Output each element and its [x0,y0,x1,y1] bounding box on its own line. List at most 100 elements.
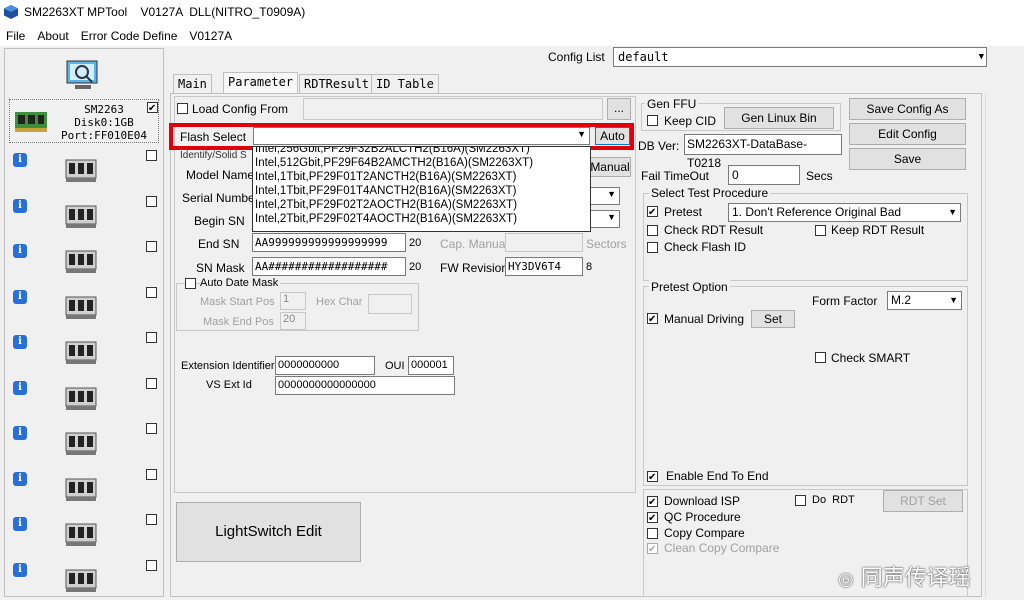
save-button[interactable]: Save [849,148,966,170]
mask-end-pos-field: 20 [280,312,306,330]
end-sn-field[interactable]: AA999999999999999999 [252,233,406,252]
lightswitch-edit-button[interactable]: LightSwitch Edit [176,502,361,562]
info-icon: i [13,335,27,349]
check-flash-id-label: Check Flash ID [664,240,747,254]
keep-cid-checkbox[interactable] [647,115,658,126]
browse-button[interactable]: ... [607,98,631,120]
flash-option-item[interactable]: Intel,256Gbit,PF29F32B2ALCTH2(B16A)(SM22… [253,147,590,156]
manual-driving-checkbox[interactable] [647,313,658,324]
keep-cid-label: Keep CID [664,114,717,128]
device-slot[interactable]: i [9,559,159,600]
info-icon: i [13,244,27,258]
oui-field[interactable]: 000001 [408,356,454,375]
load-config-checkbox[interactable] [177,103,188,114]
chevron-down-icon[interactable]: ▼ [949,292,958,309]
slot-checkbox[interactable] [146,514,157,525]
device-slot[interactable]: i [9,241,159,281]
manual-button[interactable]: Manual [589,157,631,177]
save-config-as-button[interactable]: Save Config As [849,98,966,120]
chip-icon [65,386,99,415]
download-isp-checkbox[interactable] [647,496,658,507]
sn-mask-field[interactable]: AA################## [252,257,406,276]
fail-timeout-field[interactable]: 0 [728,165,800,185]
flash-option-item[interactable]: Intel,1Tbit,PF29F01T4ANCTH2(B16A)(SM2263… [253,184,590,198]
do-rdt-checkbox[interactable] [795,495,806,506]
do-rdt-label: Do RDT [812,494,855,506]
title-bar: SM2263XT MPTool V0127A DLL(NITRO_T0909A) [0,0,1024,26]
form-factor-select[interactable]: M.2 ▼ [887,291,962,310]
slot-checkbox[interactable] [146,195,157,207]
tab-main[interactable]: Main [173,74,212,94]
slot-checkbox[interactable] [146,423,157,434]
enable-end-to-end-checkbox[interactable] [647,471,658,482]
device-panel: SM2263 Disk0:1GB Port:FF010E04 i i i i i i i i i… [4,48,164,597]
ext-identifier-field[interactable]: 0000000000 [275,356,375,375]
tab-parameter[interactable]: Parameter [223,72,299,94]
device-slot[interactable]: i [9,332,159,372]
fail-timeout-value: 0 [732,168,739,182]
tab-id-table[interactable]: ID Table [371,74,439,94]
auto-button[interactable]: Auto [595,127,630,145]
slot-checkbox[interactable] [146,468,157,480]
device-slot[interactable]: i [9,150,159,190]
slot-checkbox[interactable] [146,241,157,252]
search-device-icon[interactable] [65,59,101,91]
device-slot[interactable]: i [9,514,159,554]
copy-compare-checkbox[interactable] [647,528,658,539]
chevron-down-icon[interactable]: ▼ [607,212,616,222]
load-config-label: Load Config From [192,102,289,116]
check-rdt-result-checkbox[interactable] [647,225,658,236]
device-slot[interactable]: i [9,377,159,418]
config-list-select[interactable]: default ▼ [613,47,987,67]
tab-rdtresult[interactable]: RDTResult [299,74,375,94]
chevron-down-icon[interactable]: ▼ [577,129,586,139]
slot-checkbox[interactable] [146,559,157,571]
menu-item-file[interactable]: File [6,26,25,46]
rdt-set-button[interactable]: RDT Set [883,490,963,512]
auto-date-mask-checkbox[interactable] [185,278,196,289]
chevron-down-icon[interactable]: ▼ [979,48,984,66]
info-icon-glyph: i [18,154,22,165]
check-smart-checkbox[interactable] [815,352,826,363]
device-enable-checkbox[interactable] [147,102,158,113]
pretest-option-select[interactable]: 1. Don't Reference Original Bad ▼ [728,203,961,222]
pretest-option-label: Pretest Option [649,280,730,294]
chevron-down-icon[interactable]: ▼ [948,204,957,221]
device-disk: Disk0:1GB [74,116,134,129]
slot-checkbox[interactable] [146,150,157,161]
menu-item-about[interactable]: About [37,26,68,46]
device-slot[interactable]: i [9,468,159,509]
gen-linux-bin-button[interactable]: Gen Linux Bin [724,107,834,129]
ssd-chip-icon [14,108,48,134]
edit-config-button[interactable]: Edit Config [849,123,966,145]
oui-value: 000001 [411,359,448,371]
device-slot[interactable]: i [9,423,159,463]
set-button[interactable]: Set [751,310,795,328]
flash-option-item[interactable]: Intel,512Gbit,PF29F64B2AMCTH2(B16A)(SM22… [253,156,590,170]
watermark-text: 同声传译瑶 [860,566,971,591]
rdt-set-label: RDT Set [900,494,946,508]
check-flash-id-checkbox[interactable] [647,242,658,253]
flash-option-item[interactable]: Intel,2Tbit,PF29F02T4AOCTH2(B16A)(SM2263… [253,212,590,226]
device-row-selected[interactable]: SM2263 Disk0:1GB Port:FF010E04 [9,99,159,143]
flash-select-combobox[interactable]: ▼ [253,127,590,145]
device-slot[interactable]: i [9,286,159,327]
flash-option-item[interactable]: Intel,2Tbit,PF29F02T2AOCTH2(B16A)(SM2263… [253,198,590,212]
info-icon-glyph: i [18,245,22,256]
menu-item-error-code-define[interactable]: Error Code Define [81,26,178,46]
slot-checkbox[interactable] [146,286,157,298]
serial-combo-2[interactable]: ▼ [590,210,620,228]
serial-combo-1[interactable]: ▼ [590,187,620,205]
qc-procedure-checkbox[interactable] [647,512,658,523]
mask-end-pos-value: 20 [283,313,296,325]
fw-revision-field[interactable]: HY3DV6T4 [505,257,583,276]
flash-option-item[interactable]: Intel,1Tbit,PF29F01T2ANCTH2(B16A)(SM2263… [253,170,590,184]
menu-item-v0127a[interactable]: V0127A [189,26,232,46]
pretest-checkbox[interactable] [647,206,658,217]
device-slot[interactable]: i [9,195,159,236]
chevron-down-icon[interactable]: ▼ [607,189,616,199]
slot-checkbox[interactable] [146,332,157,343]
slot-checkbox[interactable] [146,377,157,389]
vs-ext-id-field[interactable]: 0000000000000000 [275,376,455,395]
keep-rdt-result-checkbox[interactable] [815,225,826,236]
